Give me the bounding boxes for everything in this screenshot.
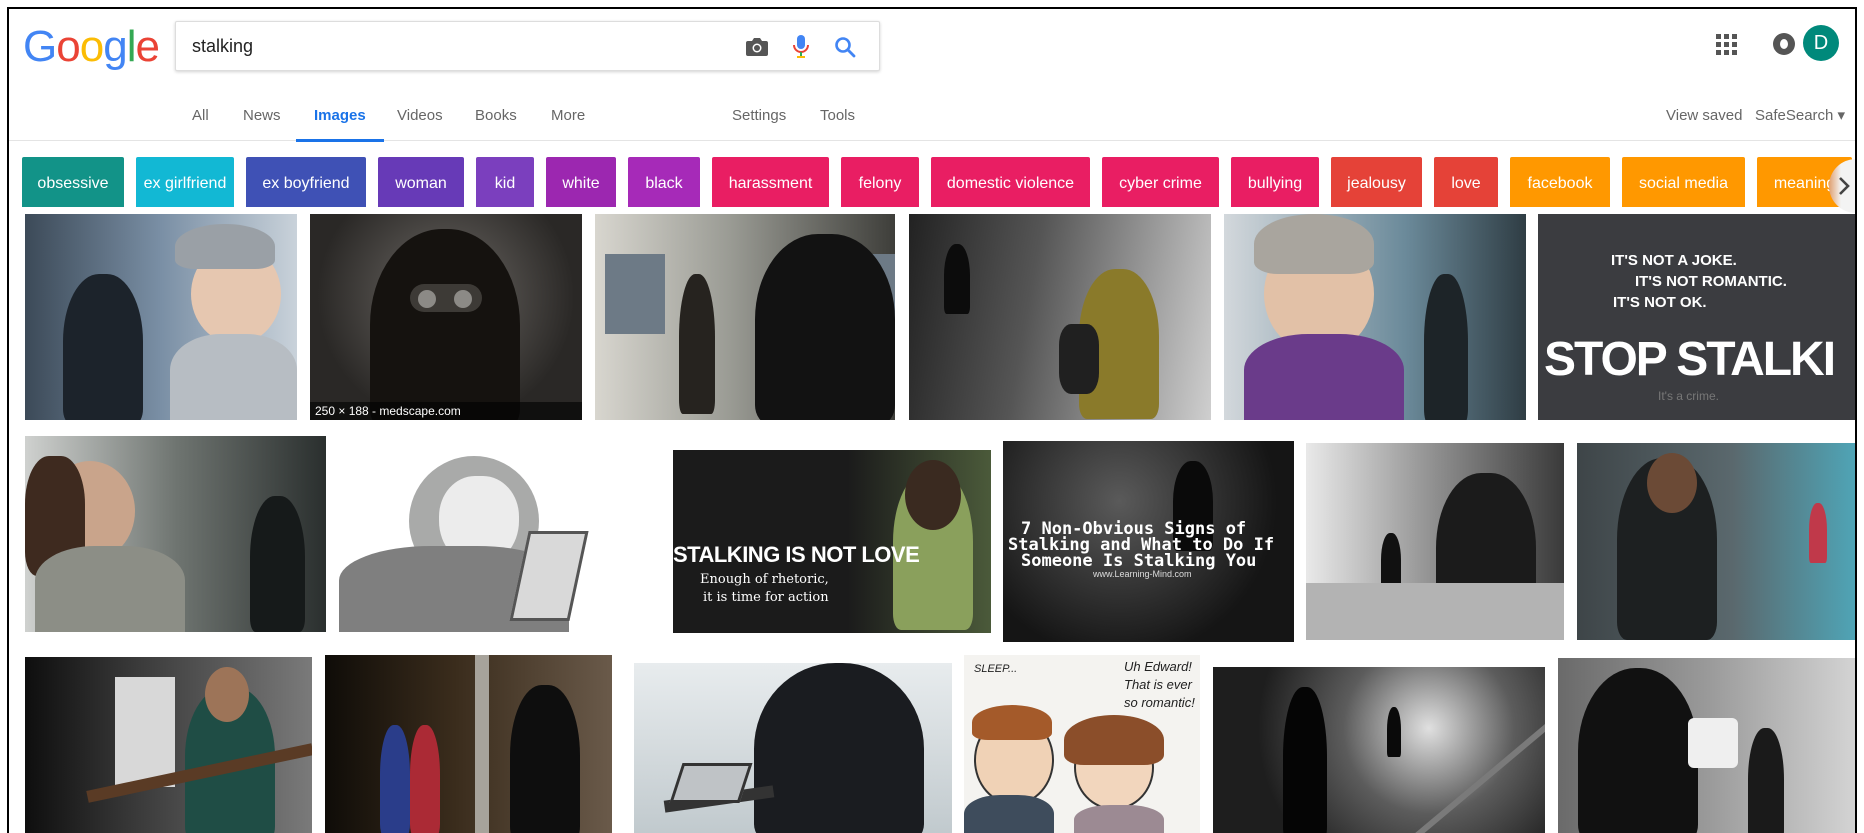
search-box	[175, 21, 880, 71]
account-avatar[interactable]: D	[1803, 25, 1839, 61]
image-result[interactable]	[1306, 443, 1564, 640]
image-text: Uh Edward!	[1124, 659, 1192, 674]
image-text: it is time for action	[703, 590, 829, 605]
image-result[interactable]	[1213, 667, 1545, 833]
image-text: IT'S NOT OK.	[1613, 294, 1707, 311]
related-search-chips: obsessive ex girlfriend ex boyfriend wom…	[22, 149, 1855, 207]
chip-obsessive[interactable]: obsessive	[22, 157, 124, 207]
image-text: Someone Is Stalking You	[1021, 551, 1257, 571]
tab-books[interactable]: Books	[475, 91, 517, 141]
logo-letter: G	[23, 22, 57, 71]
chip-ex-boyfriend[interactable]: ex boyfriend	[246, 157, 366, 207]
tab-all[interactable]: All	[192, 91, 209, 141]
image-result[interactable]	[325, 655, 612, 833]
image-text: It's a crime.	[1658, 389, 1719, 403]
image-result[interactable]: 250 × 188 - medscape.com	[310, 214, 582, 420]
image-result[interactable]: IT'S NOT A JOKE. IT'S NOT ROMANTIC. IT'S…	[1538, 214, 1855, 420]
notifications-icon[interactable]	[1763, 23, 1805, 65]
image-result[interactable]	[25, 657, 312, 833]
image-text: IT'S NOT ROMANTIC.	[1635, 273, 1787, 290]
image-result[interactable]	[909, 214, 1211, 420]
image-text: That is ever	[1124, 677, 1192, 692]
image-result[interactable]	[1558, 658, 1855, 833]
chip-bullying[interactable]: bullying	[1231, 157, 1319, 207]
image-text: STALKING IS NOT LOVE	[673, 542, 920, 567]
browser-viewport: Google D All News Images Videos Books Mo…	[7, 7, 1857, 833]
image-result[interactable]	[1577, 443, 1855, 640]
image-text: STOP STALKI	[1544, 333, 1836, 386]
logo-letter: l	[126, 22, 137, 71]
chip-white[interactable]: white	[546, 157, 616, 207]
chip-kid[interactable]: kid	[476, 157, 534, 207]
logo-letter: g	[103, 22, 128, 71]
chip-cyber-crime[interactable]: cyber crime	[1102, 157, 1219, 207]
tab-tools[interactable]: Tools	[820, 91, 855, 141]
view-saved-link[interactable]: View saved	[1666, 91, 1742, 141]
chip-woman[interactable]: woman	[378, 157, 464, 207]
search-tabs-bar: All News Images Videos Books More Settin…	[9, 91, 1855, 142]
image-text: so romantic!	[1124, 695, 1195, 710]
chevron-right-icon	[1839, 177, 1850, 195]
search-icon[interactable]	[830, 32, 860, 62]
chip-ex-girlfriend[interactable]: ex girlfriend	[136, 157, 234, 207]
safesearch-dropdown[interactable]: SafeSearch ▾	[1755, 91, 1845, 141]
image-text: Enough of rhetoric,	[700, 572, 829, 587]
image-result[interactable]: SLEEP... Uh Edward! That is ever so roma…	[964, 655, 1200, 833]
image-result[interactable]: STALKING IS NOT LOVE Enough of rhetoric,…	[673, 450, 991, 633]
google-apps-icon[interactable]	[1705, 23, 1747, 65]
tab-images[interactable]: Images	[296, 91, 384, 142]
google-logo[interactable]: Google	[23, 22, 160, 71]
chip-harassment[interactable]: harassment	[712, 157, 829, 207]
logo-letter: o	[79, 22, 105, 71]
chip-love[interactable]: love	[1434, 157, 1498, 207]
tab-more[interactable]: More	[551, 91, 585, 141]
image-text: www.Learning-Mind.com	[1093, 569, 1192, 579]
chip-black[interactable]: black	[628, 157, 700, 207]
chip-felony[interactable]: felony	[841, 157, 919, 207]
image-text: IT'S NOT A JOKE.	[1611, 252, 1737, 269]
image-result[interactable]	[25, 436, 326, 632]
microphone-icon[interactable]	[786, 32, 816, 62]
chip-facebook[interactable]: facebook	[1510, 157, 1610, 207]
logo-letter: o	[56, 22, 81, 71]
image-result[interactable]: 7 Non-Obvious Signs of Stalking and What…	[1003, 441, 1294, 642]
image-result[interactable]	[339, 436, 629, 632]
image-caption: 250 × 188 - medscape.com	[310, 402, 582, 420]
tab-news[interactable]: News	[243, 91, 281, 141]
camera-icon[interactable]	[742, 32, 772, 62]
image-result[interactable]	[595, 214, 895, 420]
chip-jealousy[interactable]: jealousy	[1331, 157, 1422, 207]
image-text: SLEEP...	[974, 663, 1018, 675]
tab-settings[interactable]: Settings	[732, 91, 786, 141]
image-result[interactable]	[634, 663, 952, 833]
image-result[interactable]	[1224, 214, 1526, 420]
chip-domestic-violence[interactable]: domestic violence	[931, 157, 1090, 207]
tab-videos[interactable]: Videos	[397, 91, 443, 141]
image-result[interactable]	[25, 214, 297, 420]
search-input[interactable]	[192, 22, 712, 70]
chip-social-media[interactable]: social media	[1622, 157, 1745, 207]
logo-letter: e	[135, 22, 160, 71]
